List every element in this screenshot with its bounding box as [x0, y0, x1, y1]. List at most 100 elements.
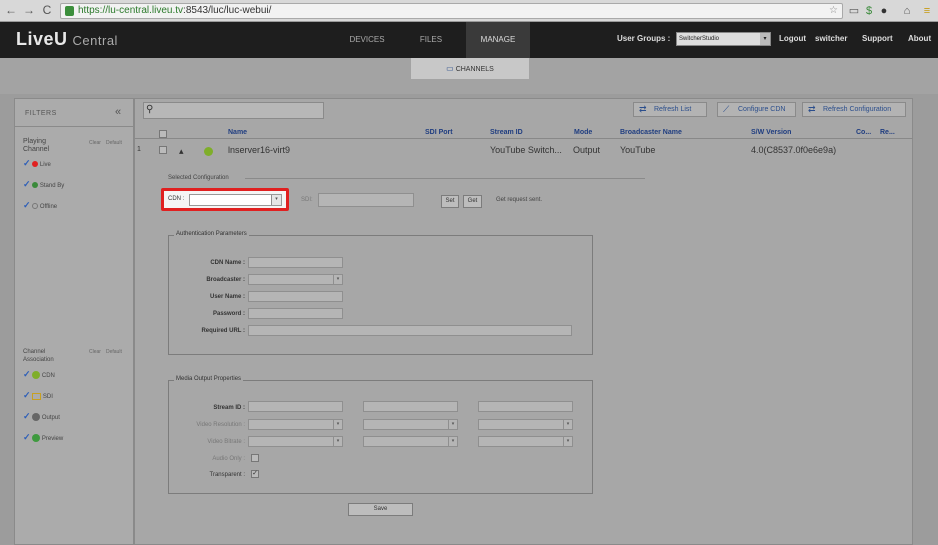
column-sdi-port[interactable]: SDI Port [425, 129, 453, 136]
user-group-select[interactable]: SwitcherStudio ▾ [676, 32, 771, 46]
reload-icon[interactable]: C [40, 3, 54, 17]
save-button[interactable]: Save [348, 503, 413, 516]
divider [245, 178, 645, 179]
column-co[interactable]: Co... [856, 129, 871, 136]
broadcaster-cell: YouTube [620, 145, 656, 155]
configure-cdn-button[interactable]: ⟋ Configure CDN [717, 102, 796, 117]
filter-offline[interactable]: ✓ Offline [23, 200, 57, 211]
refresh-list-label: Refresh List [654, 106, 692, 113]
stream-id-input-3[interactable] [478, 401, 573, 412]
password-input[interactable] [248, 308, 343, 319]
set-button[interactable]: Set [441, 195, 459, 208]
filter-live-label: Live [39, 162, 51, 168]
column-sw-version[interactable]: S/W Version [751, 129, 791, 136]
logo-text: LiveU [16, 29, 68, 49]
audio-only-label: Audio Only : [212, 456, 245, 462]
forward-icon[interactable]: → [22, 3, 36, 17]
user-group-value: SwitcherStudio [679, 36, 720, 42]
back-icon[interactable]: ← [4, 3, 18, 17]
channel-name: lnserver16-virt9 [228, 145, 291, 155]
playing-default-link[interactable]: Default [106, 140, 122, 146]
video-bitrate-select-1[interactable]: ▾ [248, 436, 343, 447]
home-icon[interactable]: ⌂ [900, 4, 914, 18]
tab-manage[interactable]: MANAGE [466, 22, 530, 58]
chevron-down-icon: ▾ [563, 437, 572, 446]
address-bar[interactable]: https://lu-central.liveu.tv:8543/luc/luc… [60, 3, 843, 19]
tab-channels[interactable]: ▭ CHANNELS [411, 58, 529, 79]
tab-devices[interactable]: DEVICES [338, 22, 396, 58]
authentication-legend: Authentication Parameters [174, 231, 249, 237]
menu-icon[interactable]: ≡ [920, 4, 934, 18]
association-clear-link[interactable]: Clear [89, 349, 101, 355]
star-icon[interactable]: ☆ [829, 5, 838, 16]
cdn-select[interactable]: ▾ [189, 194, 282, 206]
refresh-icon: ⇄ [639, 104, 647, 114]
row-checkbox[interactable] [159, 146, 167, 154]
stream-id-input-1[interactable] [248, 401, 343, 412]
get-button[interactable]: Get [463, 195, 482, 208]
broadcaster-label: Broadcaster : [206, 277, 245, 283]
filters-title: FILTERS [25, 110, 57, 117]
filter-cdn-label: CDN [41, 373, 55, 379]
shield-icon[interactable]: ● [877, 4, 891, 18]
refresh-configuration-button[interactable]: ⇄ Refresh Configuration [802, 102, 906, 117]
column-broadcaster-name[interactable]: Broadcaster Name [620, 129, 682, 136]
user-name-label: User Name : [209, 294, 245, 300]
transparent-checkbox[interactable]: ✓ [251, 470, 259, 478]
username: switcher [815, 34, 848, 43]
cdn-name-input[interactable] [248, 257, 343, 268]
refresh-configuration-label: Refresh Configuration [823, 106, 892, 113]
association-default-link[interactable]: Default [106, 349, 122, 355]
video-resolution-select-2[interactable]: ▾ [363, 419, 458, 430]
divider [15, 126, 133, 127]
playing-clear-link[interactable]: Clear [89, 140, 101, 146]
sdi-icon [32, 392, 42, 400]
filter-output-label: Output [41, 415, 60, 421]
broadcaster-select[interactable]: ▾ [248, 274, 343, 285]
column-stream-id[interactable]: Stream ID [490, 129, 523, 136]
logo-subtext: Central [72, 33, 118, 48]
user-name-input[interactable] [248, 291, 343, 302]
sdi-label: SDI: [301, 197, 313, 203]
filter-preview[interactable]: ✓ Preview [23, 432, 63, 443]
preview-icon [32, 434, 41, 443]
column-mode[interactable]: Mode [574, 129, 592, 136]
video-bitrate-select-3[interactable]: ▾ [478, 436, 573, 447]
table-row[interactable]: 1 ▴ lnserver16-virt9 YouTube Switch... O… [135, 143, 914, 161]
video-bitrate-select-2[interactable]: ▾ [363, 436, 458, 447]
video-resolution-select-3[interactable]: ▾ [478, 419, 573, 430]
filter-output[interactable]: ✓ Output [23, 411, 60, 422]
sw-version-cell: 4.0(C8537.0f0e6e9a) [751, 145, 837, 155]
collapse-icon[interactable]: « [115, 106, 121, 118]
about-link[interactable]: About [908, 34, 931, 43]
required-url-input[interactable] [248, 325, 572, 336]
expand-arrow-icon[interactable]: ▴ [179, 146, 184, 157]
cast-icon[interactable]: ▭ [847, 4, 861, 18]
select-all-checkbox[interactable] [159, 130, 167, 138]
browser-toolbar: ← → C https://lu-central.liveu.tv:8543/l… [0, 0, 938, 22]
extension-icon[interactable]: $ [862, 4, 876, 18]
filter-cdn[interactable]: ✓ CDN [23, 369, 55, 380]
liveu-logo[interactable]: LiveU Central [16, 29, 118, 50]
tab-files[interactable]: FILES [405, 22, 457, 58]
filter-sdi[interactable]: ✓ SDI [23, 390, 53, 401]
filter-live[interactable]: ✓ Live [23, 158, 51, 169]
support-link[interactable]: Support [862, 34, 893, 43]
search-input[interactable]: ⚲ [143, 102, 324, 119]
stream-id-cell: YouTube Switch... [490, 145, 562, 155]
media-output-legend: Media Output Properties [174, 376, 244, 382]
stream-id-input-2[interactable] [363, 401, 458, 412]
column-name[interactable]: Name [228, 129, 247, 136]
refresh-list-button[interactable]: ⇄ Refresh List [633, 102, 707, 117]
video-bitrate-label: Video Bitrate : [207, 439, 245, 445]
audio-only-checkbox[interactable] [251, 454, 259, 462]
chevron-down-icon: ▾ [271, 195, 281, 205]
standby-status-icon [32, 182, 39, 189]
selected-configuration-label: Selected Configuration [168, 175, 229, 181]
sdi-field[interactable] [318, 193, 414, 207]
logout-link[interactable]: Logout [779, 34, 806, 43]
url-path: :8543/luc/luc-webui/ [183, 5, 272, 16]
column-re[interactable]: Re... [880, 129, 895, 136]
filter-standby[interactable]: ✓ Stand By [23, 179, 64, 190]
video-resolution-select-1[interactable]: ▾ [248, 419, 343, 430]
